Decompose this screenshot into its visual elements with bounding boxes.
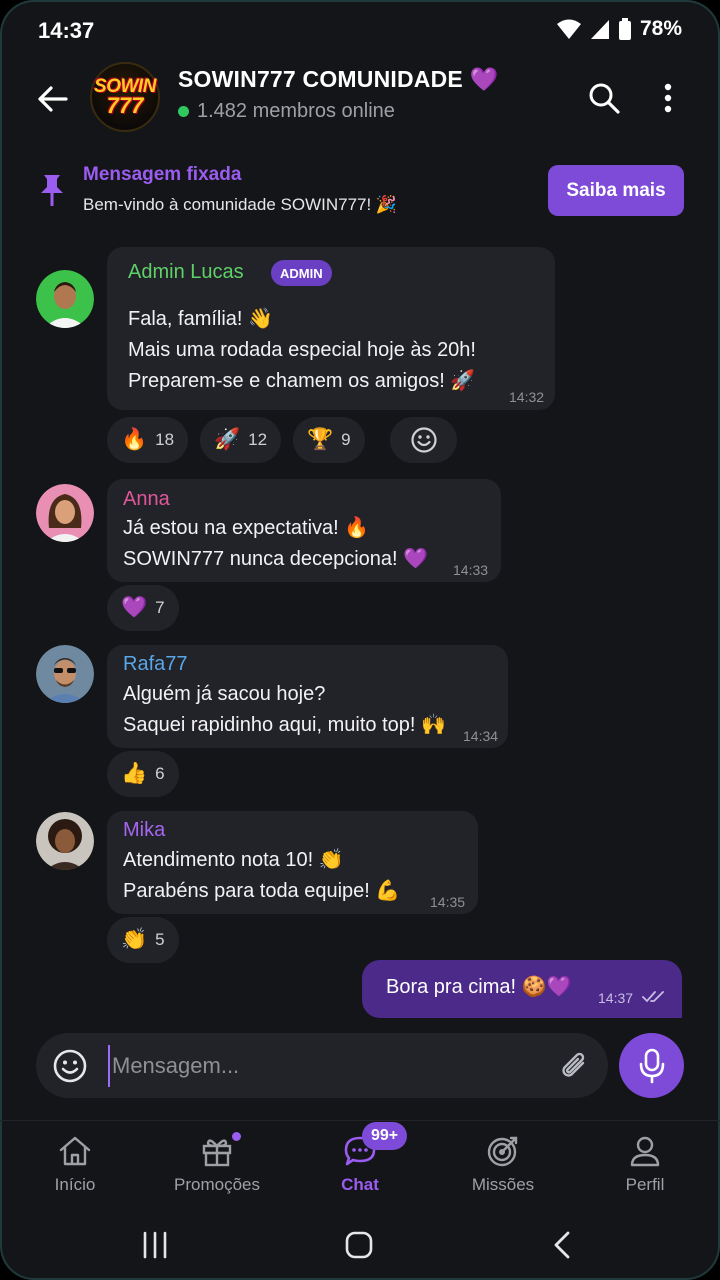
sender-name: Admin Lucas — [128, 261, 244, 283]
reaction-chip[interactable]: 👍 6 — [107, 751, 179, 797]
nav-item-missoes[interactable]: Missões — [443, 1133, 563, 1203]
group-avatar[interactable]: SOWIN 777 — [90, 62, 160, 132]
group-subtitle: 1.482 membros online — [178, 100, 395, 123]
reaction-count: 5 — [155, 930, 165, 949]
nav-label: Missões — [471, 1175, 535, 1194]
user-avatar-anna — [36, 484, 94, 542]
pin-icon — [41, 175, 63, 206]
chat-header: SOWIN 777 SOWIN777 COMUNIDADE 💜 1.482 me… — [0, 60, 720, 136]
target-icon — [487, 1136, 518, 1167]
read-receipt-icon — [642, 991, 664, 1003]
own-message-bubble[interactable]: Bora pra cima! 🍪💜 14:37 — [362, 960, 682, 1018]
nav-item-perfil[interactable]: Perfil — [585, 1133, 705, 1203]
microphone-button[interactable] — [619, 1033, 684, 1098]
chat-unread-badge: 99+ — [362, 1122, 408, 1150]
add-reaction-button[interactable] — [390, 417, 457, 463]
message-text: Alguém já sacou hoje? Saquei rapidinho a… — [123, 683, 446, 736]
message-time: 14:37 — [598, 990, 634, 1006]
message-text: Já estou na expectativa! 🔥 SOWIN777 nunc… — [123, 517, 429, 570]
group-logo-number: 777 — [106, 92, 144, 118]
more-vertical-icon[interactable] — [654, 80, 682, 116]
avatar[interactable] — [36, 645, 94, 703]
message-time: 14:35 — [430, 894, 466, 910]
message-text: Fala, família! 👋 Mais uma rodada especia… — [128, 308, 476, 392]
reaction-chip[interactable]: 💜 7 — [107, 585, 179, 631]
message-bubble[interactable]: Mika Atendimento nota 10! 👏 Parabéns par… — [107, 811, 478, 914]
message-input[interactable] — [108, 1045, 538, 1087]
sender-name: Anna — [123, 488, 170, 510]
reaction-chip[interactable]: 👏 5 — [107, 917, 179, 963]
search-icon[interactable] — [586, 80, 622, 116]
emoji-icon[interactable] — [52, 1048, 88, 1084]
reaction-count: 7 — [155, 598, 165, 617]
battery-icon — [618, 18, 631, 40]
admin-badge: ADMIN — [271, 260, 332, 286]
message-time: 14:34 — [463, 728, 499, 744]
reaction-chip[interactable]: 🏆 9 — [293, 417, 365, 463]
message-time: 14:33 — [453, 562, 489, 578]
online-indicator — [178, 106, 189, 117]
add-reaction-icon — [410, 427, 437, 453]
promo-notification-dot — [232, 1132, 241, 1141]
reaction-emoji: 🚀 — [214, 428, 241, 451]
status-icons: 78% — [556, 17, 682, 41]
home-icon — [59, 1136, 91, 1166]
reaction-count: 12 — [248, 430, 268, 449]
avatar[interactable] — [36, 812, 94, 870]
sender-name: Rafa77 — [123, 653, 188, 675]
reaction-count: 9 — [341, 430, 351, 449]
reaction-count: 6 — [155, 764, 165, 783]
reaction-emoji: 👍 — [121, 762, 148, 785]
phone-screen: 14:37 78% SOWIN 777 SOWIN777 COMUNIDADE … — [0, 0, 720, 1280]
back-arrow-icon[interactable] — [34, 80, 72, 118]
recent-apps-icon[interactable] — [137, 1228, 173, 1262]
nav-label: Início — [54, 1175, 96, 1194]
message-composer — [36, 1033, 608, 1098]
pinned-message[interactable]: Mensagem fixada Bem-vindo à comunidade S… — [0, 152, 720, 232]
reaction-chip[interactable]: 🚀 12 — [200, 417, 282, 463]
reaction-emoji: 🏆 — [307, 428, 334, 451]
nav-label: Chat — [341, 1175, 379, 1194]
pinned-text: Bem-vindo à comunidade SOWIN777! 🎉 — [83, 195, 398, 214]
user-avatar-mika — [36, 812, 94, 870]
status-bar: 14:37 78% — [0, 0, 720, 62]
profile-icon — [630, 1136, 660, 1167]
reaction-emoji: 🔥 — [121, 428, 148, 451]
status-time: 14:37 — [38, 18, 95, 43]
reaction-emoji: 💜 — [121, 596, 148, 619]
message-bubble[interactable]: Anna Já estou na expectativa! 🔥 SOWIN777… — [107, 479, 501, 582]
pinned-title: Mensagem fixada — [83, 164, 242, 185]
paperclip-icon[interactable] — [558, 1048, 592, 1084]
nav-label: Promoções — [174, 1175, 260, 1194]
gift-icon — [202, 1139, 232, 1167]
message-bubble[interactable]: Rafa77 Alguém já sacou hoje? Saquei rapi… — [107, 645, 508, 748]
nav-item-promocoes[interactable]: Promoções — [157, 1133, 277, 1203]
reaction-count: 18 — [155, 430, 175, 449]
message-text: Atendimento nota 10! 👏 Parabéns para tod… — [123, 849, 401, 902]
back-nav-icon[interactable] — [545, 1228, 581, 1262]
microphone-icon — [639, 1048, 664, 1083]
sender-name: Mika — [123, 819, 166, 841]
battery-level: 78% — [639, 17, 682, 40]
learn-more-button[interactable]: Saiba mais — [548, 165, 684, 216]
wifi-icon — [556, 19, 581, 39]
nav-label: Perfil — [625, 1175, 665, 1194]
message-text: Bora pra cima! 🍪💜 — [386, 976, 572, 998]
reaction-chip[interactable]: 🔥 18 — [107, 417, 189, 463]
home-button-icon[interactable] — [341, 1228, 377, 1262]
message-time: 14:32 — [509, 389, 545, 405]
nav-item-inicio[interactable]: Início — [15, 1133, 135, 1203]
avatar[interactable] — [36, 484, 94, 542]
online-count: 1.482 membros online — [197, 100, 395, 122]
user-avatar-rafa — [36, 645, 94, 703]
signal-icon — [590, 20, 609, 39]
bottom-navigation: Início Promoções Chat Missões Perfil — [0, 1120, 720, 1210]
group-title[interactable]: SOWIN777 COMUNIDADE 💜 — [178, 66, 498, 93]
avatar[interactable] — [36, 270, 94, 328]
user-avatar-lucas — [36, 270, 94, 328]
message-bubble[interactable]: Admin Lucas ADMIN Fala, família! 👋 Mais … — [107, 247, 555, 410]
system-navigation-bar — [0, 1210, 720, 1280]
reaction-emoji: 👏 — [121, 928, 148, 951]
